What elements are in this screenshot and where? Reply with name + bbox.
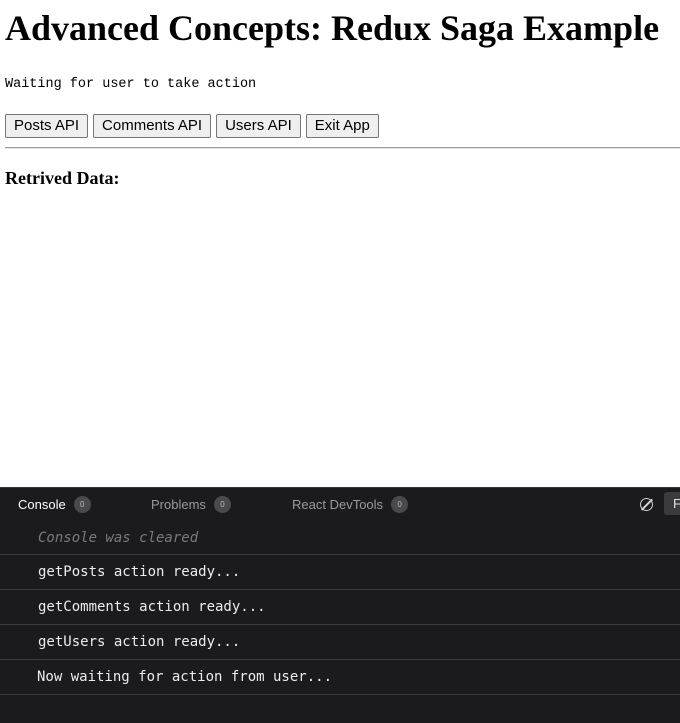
tab-react-devtools-label: React DevTools: [292, 497, 384, 512]
console-line: Console was cleared: [0, 521, 680, 555]
divider: [5, 147, 680, 149]
console-output: Console was cleared getPosts action read…: [0, 521, 680, 695]
tab-console-count-badge: 0: [73, 496, 91, 513]
tab-react-devtools[interactable]: React DevTools 0: [292, 496, 409, 513]
page-title: Advanced Concepts: Redux Saga Example: [5, 8, 660, 48]
console-line: getPosts action ready...: [0, 555, 680, 590]
console-line: Now waiting for action from user...: [0, 660, 680, 695]
tab-problems[interactable]: Problems 0: [151, 496, 231, 513]
exit-app-button[interactable]: Exit App: [305, 114, 379, 138]
clear-console-icon[interactable]: [640, 498, 653, 511]
status-text: Waiting for user to take action: [5, 77, 257, 92]
users-api-button[interactable]: Users API: [216, 114, 301, 138]
posts-api-button[interactable]: Posts API: [5, 114, 89, 138]
retrieved-data-heading: Retrived Data:: [5, 168, 120, 188]
tab-problems-label: Problems: [151, 497, 206, 512]
console-line: getUsers action ready...: [0, 625, 680, 660]
console-line: getComments action ready...: [0, 590, 680, 625]
app-page: Advanced Concepts: Redux Saga Example Wa…: [0, 0, 680, 487]
devtools-panel: Console 0 Problems 0 React DevTools 0 F …: [0, 487, 680, 723]
tab-react-devtools-count-badge: 0: [391, 496, 409, 513]
tab-problems-count-badge: 0: [213, 496, 231, 513]
devtools-tab-bar: Console 0 Problems 0 React DevTools 0 F: [0, 488, 680, 521]
comments-api-button[interactable]: Comments API: [93, 114, 212, 138]
filter-button[interactable]: F: [664, 492, 680, 515]
tab-console[interactable]: Console 0: [18, 496, 91, 513]
tab-console-label: Console: [18, 497, 66, 512]
api-button-row: Posts API Comments API Users API Exit Ap…: [5, 114, 379, 138]
